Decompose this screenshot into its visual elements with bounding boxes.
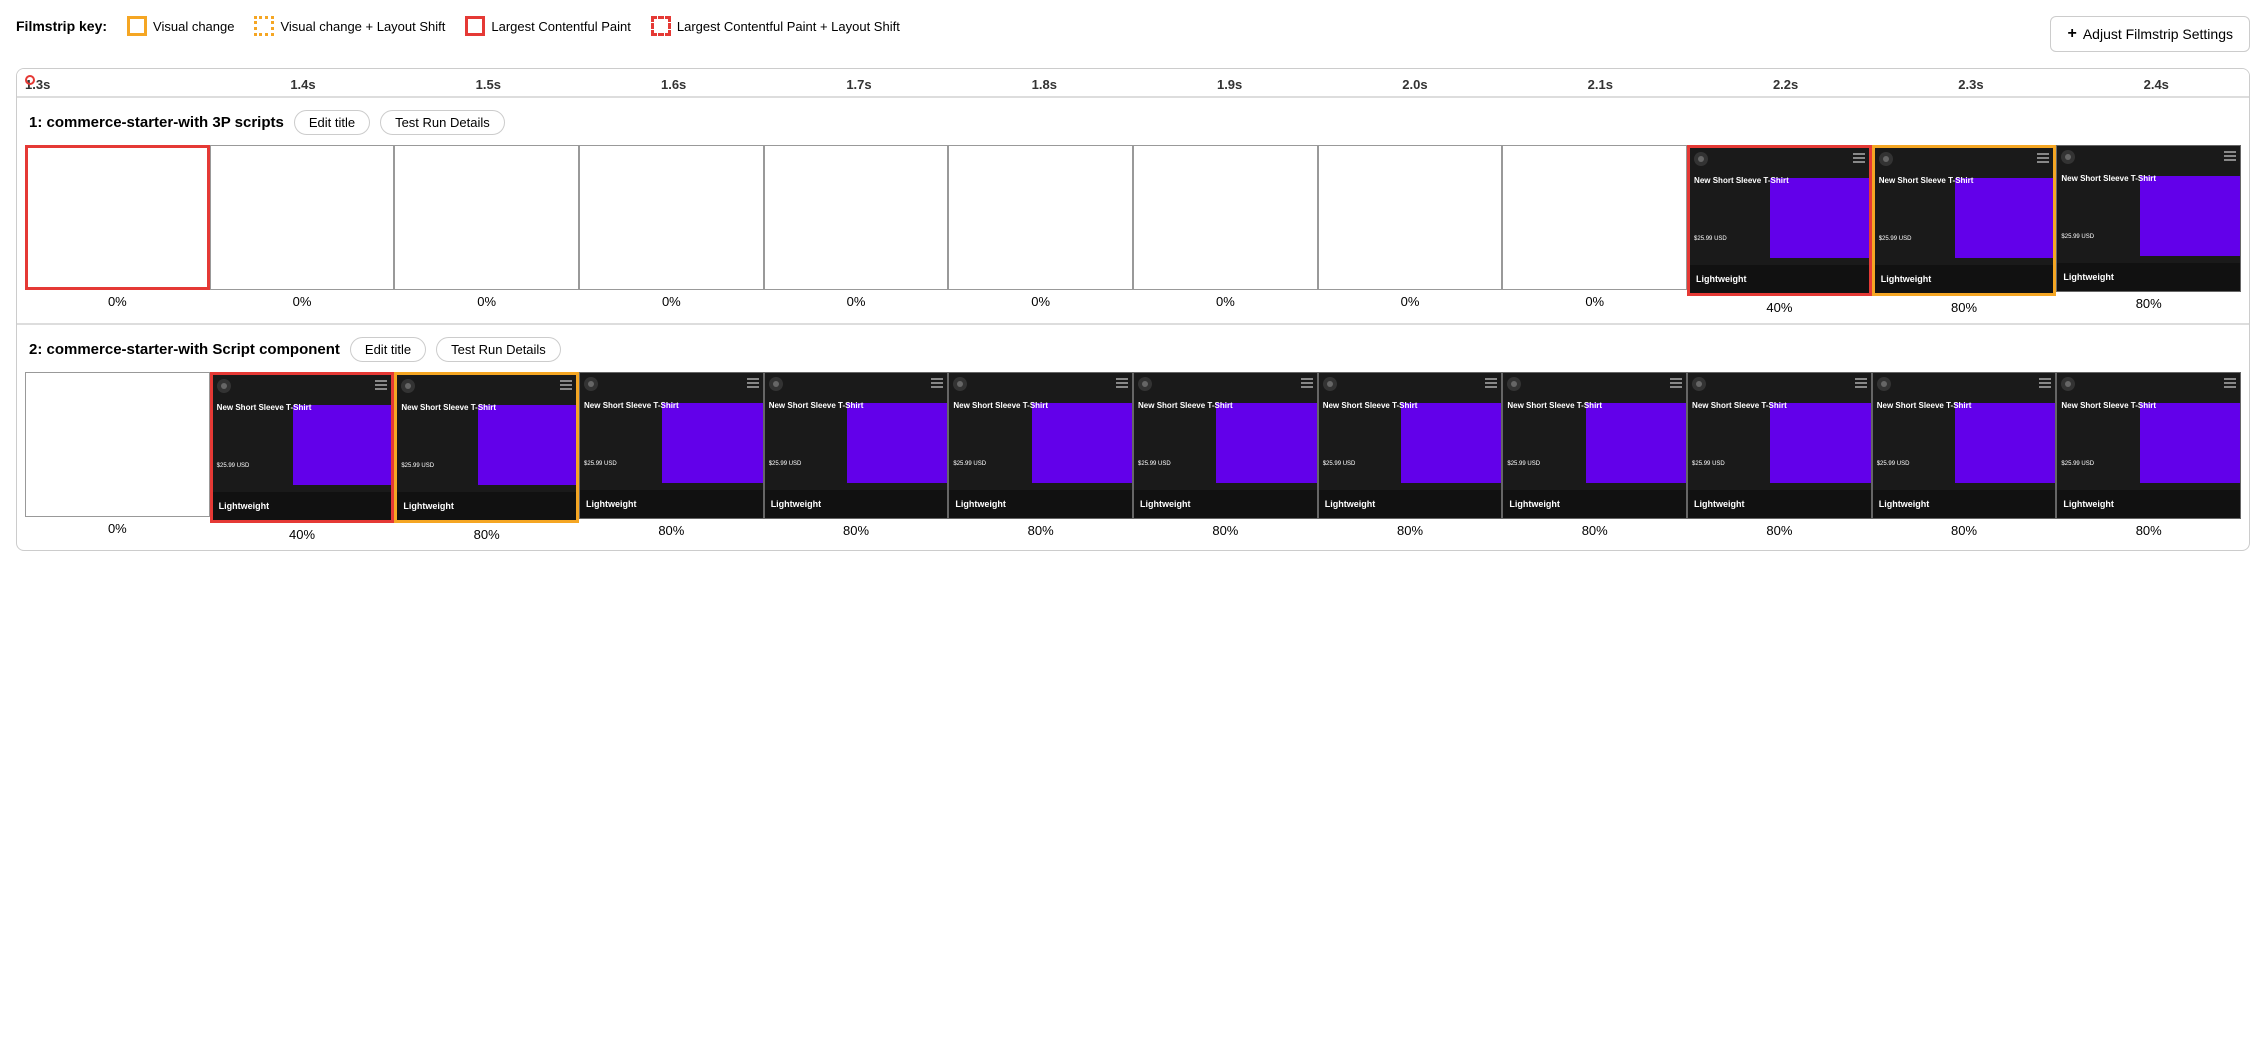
- frame-percent: 80%: [1028, 523, 1054, 538]
- plus-icon: +: [2067, 25, 2076, 43]
- key-box-visual-change-layout: [254, 16, 274, 36]
- frame-cell[interactable]: New Short Sleeve T-Shirt$25.99 USDLightw…: [764, 372, 949, 550]
- frame-percent: 0%: [1585, 294, 1604, 309]
- ruler-marker-11: 2.4s: [2064, 77, 2249, 92]
- ruler-marker-2: 1.5s: [396, 77, 581, 92]
- frame-cell[interactable]: 0%: [394, 145, 579, 323]
- frame-cell[interactable]: 0%: [1318, 145, 1503, 323]
- edit-title-button-2[interactable]: Edit title: [350, 337, 426, 362]
- frame-percent: 80%: [474, 527, 500, 542]
- frame-percent: 80%: [1951, 523, 1977, 538]
- ruler-marker-0: 1.3s: [17, 77, 210, 92]
- key-box-lcp: [465, 16, 485, 36]
- key-box-visual-change: [127, 16, 147, 36]
- frame-cell[interactable]: New Short Sleeve T-Shirt$25.99 USDLightw…: [1687, 145, 1872, 323]
- ruler-marker-9: 2.2s: [1693, 77, 1878, 92]
- ruler-marker-1: 1.4s: [210, 77, 395, 92]
- frame-percent: 80%: [843, 523, 869, 538]
- key-item-lcp: Largest Contentful Paint: [465, 16, 630, 36]
- key-label-lcp: Largest Contentful Paint: [491, 19, 630, 34]
- adjust-filmstrip-button[interactable]: + Adjust Filmstrip Settings: [2050, 16, 2250, 52]
- timeline-ruler: 1.3s 1.4s 1.5s 1.6s 1.7s 1.8s 1.9s 2.0s …: [17, 69, 2249, 97]
- frame-percent: 0%: [108, 521, 127, 536]
- frame-cell[interactable]: New Short Sleeve T-Shirt$25.99 USDLightw…: [1687, 372, 1872, 550]
- frame-cell[interactable]: New Short Sleeve T-Shirt$25.99 USDLightw…: [579, 372, 764, 550]
- frame-cell[interactable]: 0%: [948, 145, 1133, 323]
- frame-percent: 0%: [477, 294, 496, 309]
- frame-percent: 80%: [1582, 523, 1608, 538]
- frame-cell[interactable]: 0%: [579, 145, 764, 323]
- test-run-details-button-2[interactable]: Test Run Details: [436, 337, 561, 362]
- frame-percent: 80%: [1766, 523, 1792, 538]
- key-item-visual-change: Visual change: [127, 16, 234, 36]
- frame-cell[interactable]: 0%: [1502, 145, 1687, 323]
- section-header-2: 2: commerce-starter-with Script componen…: [25, 337, 2241, 362]
- edit-title-button-1[interactable]: Edit title: [294, 110, 370, 135]
- frame-percent: 0%: [662, 294, 681, 309]
- frame-percent: 80%: [1397, 523, 1423, 538]
- frame-percent: 0%: [847, 294, 866, 309]
- frame-percent: 80%: [658, 523, 684, 538]
- frame-percent: 0%: [1031, 294, 1050, 309]
- key-item-visual-change-layout: Visual change + Layout Shift: [254, 16, 445, 36]
- filmstrip-key-label: Filmstrip key:: [16, 18, 107, 34]
- ruler-marker-7: 2.0s: [1322, 77, 1507, 92]
- filmstrip-key: Filmstrip key: Visual change Visual chan…: [16, 16, 900, 36]
- frame-cell[interactable]: New Short Sleeve T-Shirt$25.99 USDLightw…: [1872, 372, 2057, 550]
- frame-percent: 40%: [1766, 300, 1792, 315]
- frame-cell[interactable]: New Short Sleeve T-Shirt$25.99 USDLightw…: [210, 372, 395, 550]
- frame-cell[interactable]: 0%: [1133, 145, 1318, 323]
- section-title-1: 1: commerce-starter-with 3P scripts: [29, 114, 284, 131]
- frame-percent: 80%: [1951, 300, 1977, 315]
- ruler-marker-5: 1.8s: [952, 77, 1137, 92]
- frame-cell[interactable]: 0%: [25, 372, 210, 550]
- ruler-marker-10: 2.3s: [1878, 77, 2063, 92]
- frames-row-2: 0% New Short Sleeve T-Shirt$25.99 USDLigh…: [25, 372, 2241, 550]
- frame-percent: 80%: [2136, 296, 2162, 311]
- frame-cell[interactable]: New Short Sleeve T-Shirt$25.99 USDLightw…: [394, 372, 579, 550]
- ruler-marker-3: 1.6s: [581, 77, 766, 92]
- key-label-visual-change: Visual change: [153, 19, 234, 34]
- filmstrip-wrapper: 1.3s 1.4s 1.5s 1.6s 1.7s 1.8s 1.9s 2.0s …: [16, 68, 2250, 551]
- frame-cell[interactable]: New Short Sleeve T-Shirt$25.99 USDLightw…: [2056, 145, 2241, 323]
- adjust-filmstrip-label: Adjust Filmstrip Settings: [2083, 26, 2233, 42]
- frame-cell[interactable]: New Short Sleeve T-Shirt$25.99 USDLightw…: [948, 372, 1133, 550]
- frame-cell[interactable]: New Short Sleeve T-Shirt$25.99 USDLightw…: [1502, 372, 1687, 550]
- filmstrip-header: Filmstrip key: Visual change Visual chan…: [16, 16, 2250, 52]
- ruler-dot: [25, 75, 35, 85]
- strip-section-1: 1: commerce-starter-with 3P scripts Edit…: [17, 97, 2249, 323]
- frame-cell[interactable]: New Short Sleeve T-Shirt$25.99 USDLightw…: [1133, 372, 1318, 550]
- test-run-details-button-1[interactable]: Test Run Details: [380, 110, 505, 135]
- frame-cell[interactable]: 0%: [764, 145, 949, 323]
- key-label-visual-change-layout: Visual change + Layout Shift: [280, 19, 445, 34]
- section-header-1: 1: commerce-starter-with 3P scripts Edit…: [25, 110, 2241, 135]
- ruler-marker-8: 2.1s: [1508, 77, 1693, 92]
- strip-section-2: 2: commerce-starter-with Script componen…: [17, 324, 2249, 550]
- key-label-lcp-layout: Largest Contentful Paint + Layout Shift: [677, 19, 900, 34]
- frame-cell[interactable]: 0%: [210, 145, 395, 323]
- ruler-marker-6: 1.9s: [1137, 77, 1322, 92]
- frame-cell[interactable]: 0%: [25, 145, 210, 323]
- frame-percent: 0%: [108, 294, 127, 309]
- frame-cell[interactable]: New Short Sleeve T-Shirt$25.99 USDLightw…: [1318, 372, 1503, 550]
- frame-percent: 40%: [289, 527, 315, 542]
- frame-percent: 80%: [1212, 523, 1238, 538]
- section-title-2: 2: commerce-starter-with Script componen…: [29, 341, 340, 358]
- frame-cell[interactable]: New Short Sleeve T-Shirt$25.99 USDLightw…: [2056, 372, 2241, 550]
- frames-row-1: 0% 0% 0% 0% 0% 0% 0% 0% 0% New Short Sleeve T-Shi…: [25, 145, 2241, 323]
- frame-percent: 0%: [1401, 294, 1420, 309]
- frame-percent: 0%: [293, 294, 312, 309]
- ruler-marker-4: 1.7s: [766, 77, 951, 92]
- frame-percent: 0%: [1216, 294, 1235, 309]
- frame-percent: 80%: [2136, 523, 2162, 538]
- frame-cell[interactable]: New Short Sleeve T-Shirt$25.99 USDLightw…: [1872, 145, 2057, 323]
- key-item-lcp-layout: Largest Contentful Paint + Layout Shift: [651, 16, 900, 36]
- key-box-lcp-layout: [651, 16, 671, 36]
